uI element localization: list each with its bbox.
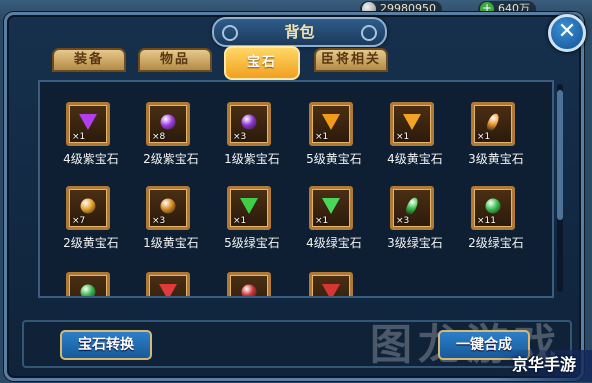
gem-item-cell[interactable]: ×1 3级黄宝石: [465, 102, 527, 184]
gem-count: ×3: [152, 216, 166, 226]
gem-icon: [160, 114, 176, 130]
gem-name: 5级黄宝石: [306, 152, 362, 166]
window-title-plate: 背包: [212, 17, 387, 47]
gem-slot[interactable]: ×1: [66, 102, 110, 146]
tab-items[interactable]: 物品: [138, 48, 212, 72]
gem-slot[interactable]: [227, 272, 271, 296]
gem-icon: [241, 114, 257, 130]
gem-count: ×3: [396, 216, 410, 226]
tab-gems[interactable]: 宝石: [224, 46, 300, 80]
gem-slot[interactable]: ×3: [390, 186, 434, 230]
gem-item-cell[interactable]: [140, 272, 202, 296]
gem-icon: [485, 198, 501, 214]
gem-item-cell[interactable]: ×1 4级黄宝石: [384, 102, 446, 184]
scrollbar-thumb[interactable]: [557, 90, 563, 220]
gem-name: 2级绿宝石: [468, 236, 524, 250]
gem-item-cell[interactable]: ×11 2级绿宝石: [465, 186, 527, 268]
gem-slot[interactable]: ×1: [390, 102, 434, 146]
gem-item-cell[interactable]: ×1 5级黄宝石: [303, 102, 365, 184]
gem-slot[interactable]: [66, 272, 110, 296]
gem-name: 5级绿宝石: [224, 236, 280, 250]
gem-count: ×1: [72, 132, 86, 142]
gem-icon: [160, 198, 176, 214]
gem-icon: [322, 198, 340, 215]
gem-icon: [159, 284, 177, 296]
title-ornament-icon: [361, 25, 377, 41]
gem-name: 1级紫宝石: [224, 152, 280, 166]
gem-icon: [403, 114, 421, 131]
gem-item-cell[interactable]: ×3 1级黄宝石: [140, 186, 202, 268]
gem-item-cell[interactable]: ×1 4级紫宝石: [60, 102, 122, 184]
gem-slot[interactable]: ×1: [309, 102, 353, 146]
gem-name: 4级绿宝石: [306, 236, 362, 250]
gem-count: ×1: [315, 216, 329, 226]
gem-count: ×1: [233, 216, 247, 226]
gem-icon: [241, 284, 257, 296]
gem-count: ×7: [72, 216, 86, 226]
gem-icon: [485, 112, 501, 133]
gem-name: 4级黄宝石: [387, 152, 443, 166]
gem-item-cell[interactable]: ×8 2级紫宝石: [140, 102, 202, 184]
site-watermark: 京华手游: [496, 350, 592, 382]
gem-name: 1级黄宝石: [143, 236, 199, 250]
gem-slot[interactable]: ×1: [309, 186, 353, 230]
gem-slot[interactable]: ×1: [471, 102, 515, 146]
tab-generals[interactable]: 臣将相关: [314, 48, 388, 72]
gem-count: ×1: [477, 132, 491, 142]
gem-name: 3级绿宝石: [387, 236, 443, 250]
gem-count: ×8: [152, 132, 166, 142]
gem-name: 2级黄宝石: [63, 236, 119, 250]
gem-slot[interactable]: ×3: [227, 102, 271, 146]
gem-item-cell[interactable]: [60, 272, 122, 296]
gem-item-cell[interactable]: ×7 2级黄宝石: [60, 186, 122, 268]
gem-icon: [240, 198, 258, 215]
gem-item-cell[interactable]: [303, 272, 365, 296]
gem-icon: [404, 196, 420, 217]
gem-slot[interactable]: ×1: [227, 186, 271, 230]
window-title: 背包: [284, 23, 315, 41]
gem-count: ×1: [315, 132, 329, 142]
gem-icon: [80, 284, 96, 296]
gem-count: ×1: [396, 132, 410, 142]
gem-name: 2级紫宝石: [143, 152, 199, 166]
gem-icon: [80, 198, 96, 214]
gem-item-cell[interactable]: [221, 272, 283, 296]
gem-inventory-grid: ×1 4级紫宝石 ×8 2级紫宝石 ×3 1级紫宝石 ×1 5级黄宝石 ×1 4级黄宝石 ×1 3级黄…: [38, 80, 554, 298]
gem-slot[interactable]: ×11: [471, 186, 515, 230]
gem-slot[interactable]: [146, 272, 190, 296]
title-ornament-icon: [222, 25, 238, 41]
gem-slot[interactable]: ×8: [146, 102, 190, 146]
gem-item-cell[interactable]: ×1 4级绿宝石: [303, 186, 365, 268]
gem-slot[interactable]: ×7: [66, 186, 110, 230]
gem-name: 3级黄宝石: [468, 152, 524, 166]
gem-convert-button[interactable]: 宝石转换: [60, 330, 152, 360]
gem-slot[interactable]: [309, 272, 353, 296]
gem-item-cell[interactable]: ×1 5级绿宝石: [221, 186, 283, 268]
gem-name: 4级紫宝石: [63, 152, 119, 166]
gem-count: ×3: [233, 132, 247, 142]
gem-slot[interactable]: ×3: [146, 186, 190, 230]
gem-icon: [322, 114, 340, 131]
gem-item-cell[interactable]: ×3 3级绿宝石: [384, 186, 446, 268]
close-button[interactable]: ✕: [548, 14, 586, 52]
gem-count: ×11: [477, 216, 496, 226]
gem-icon: [79, 114, 97, 131]
tab-equipment[interactable]: 装备: [52, 48, 126, 72]
gem-item-cell[interactable]: ×3 1级紫宝石: [221, 102, 283, 184]
gem-icon: [322, 284, 340, 296]
